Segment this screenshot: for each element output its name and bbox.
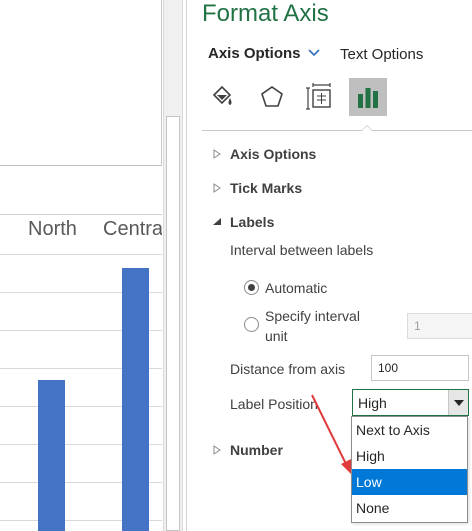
tab-text-options[interactable]: Text Options	[340, 46, 423, 63]
expand-right-icon	[213, 149, 221, 159]
chart-separator	[0, 214, 162, 215]
interval-unit-input[interactable]: 1	[407, 313, 472, 339]
chart-upper-pane	[0, 0, 162, 166]
option-high[interactable]: High	[352, 443, 467, 469]
category-label-north: North	[28, 218, 77, 240]
label-position-select[interactable]: High	[352, 389, 469, 416]
label-position-dropdown: Next to Axis High Low None	[351, 416, 468, 523]
bar-central[interactable]	[122, 268, 149, 531]
option-low[interactable]: Low	[352, 469, 467, 495]
icon-tab-divider	[202, 130, 472, 131]
section-axis-options[interactable]: Axis Options	[212, 143, 316, 165]
chart-area: North Centra	[0, 0, 186, 531]
bar-north[interactable]	[38, 380, 65, 531]
automatic-label[interactable]: Automatic	[265, 280, 327, 296]
section-label: Tick Marks	[230, 180, 303, 196]
specify-interval-label[interactable]: Specify interval	[265, 308, 360, 324]
category-label-central[interactable]: Centra	[103, 218, 162, 241]
section-tick-marks[interactable]: Tick Marks	[212, 177, 302, 199]
effects-icon[interactable]	[253, 78, 291, 116]
section-label: Labels	[230, 214, 275, 230]
section-label: Axis Options	[230, 146, 317, 162]
specify-interval-label-unit[interactable]: unit	[265, 328, 288, 344]
label-position-value: High	[358, 395, 387, 411]
radio-automatic[interactable]	[244, 280, 259, 295]
expand-right-icon	[213, 183, 221, 193]
section-label: Number	[230, 442, 283, 458]
option-next-to-axis[interactable]: Next to Axis	[352, 417, 467, 443]
option-none[interactable]: None	[352, 495, 467, 521]
scrollbar-thumb[interactable]	[166, 116, 180, 531]
section-labels[interactable]: Labels	[212, 211, 274, 233]
interval-heading: Interval between labels	[230, 242, 374, 258]
fill-line-icon[interactable]	[203, 78, 241, 116]
expand-right-icon	[213, 445, 221, 455]
distance-from-axis-input[interactable]: 100	[371, 355, 469, 381]
vertical-scrollbar[interactable]	[163, 0, 183, 531]
pane-title: Format Axis	[202, 0, 329, 27]
gridline	[0, 254, 162, 255]
tab-axis-options[interactable]: Axis Options	[208, 45, 301, 62]
dropdown-arrow-icon[interactable]	[448, 390, 468, 415]
label-position-label: Label Position	[230, 396, 318, 412]
distance-from-axis-label: Distance from axis	[230, 361, 346, 377]
chevron-down-icon[interactable]	[307, 48, 321, 58]
collapse-down-icon	[213, 218, 221, 225]
section-number[interactable]: Number	[212, 439, 283, 461]
size-properties-icon[interactable]	[301, 78, 339, 116]
active-tab-pointer	[361, 125, 373, 131]
distance-value: 100	[378, 361, 399, 375]
axis-options-icon[interactable]	[349, 78, 387, 116]
radio-specify-interval[interactable]	[244, 317, 259, 332]
interval-unit-value: 1	[414, 319, 421, 333]
